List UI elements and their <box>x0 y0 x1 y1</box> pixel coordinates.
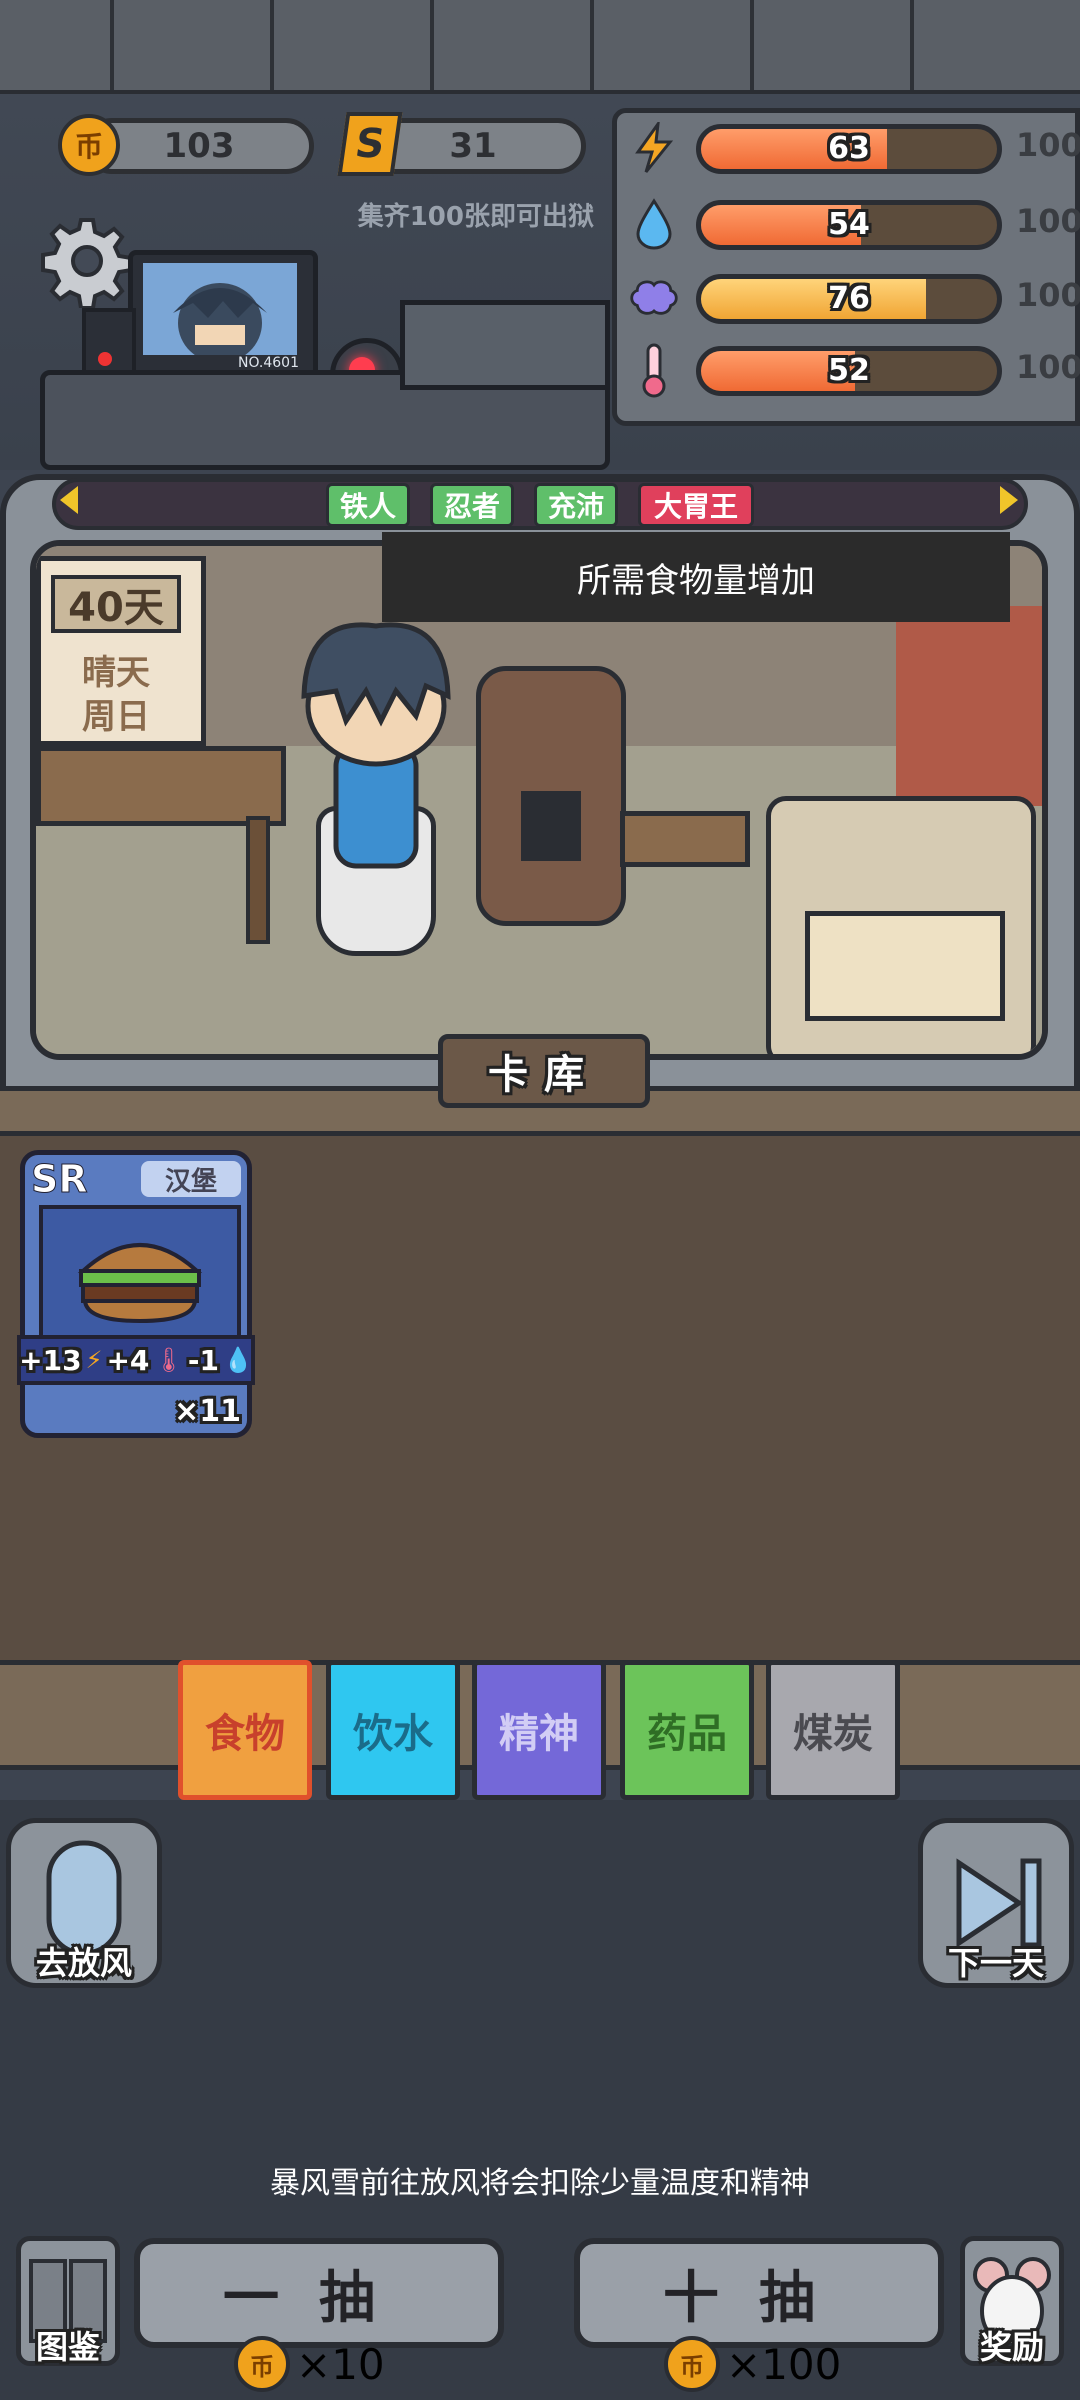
brain-icon <box>628 272 680 324</box>
stat-row-temperature: 52 100 <box>628 340 1080 400</box>
calendar: 40天 晴天 周日 <box>36 556 206 746</box>
calendar-weekday: 周日 <box>82 697 150 737</box>
coin-count: 103 <box>163 126 235 166</box>
brick-patch <box>896 606 1042 806</box>
category-tab-water[interactable]: 饮水 <box>326 1660 460 1800</box>
hamburger-icon <box>39 1205 241 1341</box>
water-value: 54 <box>828 207 870 242</box>
trait-tag-selected[interactable]: 大胃王 <box>638 483 754 527</box>
shard-count: 31 <box>449 126 497 166</box>
trait-tag[interactable]: 忍者 <box>430 483 514 527</box>
table <box>36 746 286 826</box>
calendar-weather: 晴天 <box>82 653 150 693</box>
card-name: 汉堡 <box>141 1161 241 1197</box>
thermometer-icon: 🌡 <box>153 1346 184 1374</box>
stove <box>476 666 626 926</box>
category-tab-medicine[interactable]: 药品 <box>620 1660 754 1800</box>
spirit-bar: 76 <box>696 274 1002 324</box>
card-hamburger[interactable]: SR 汉堡 +13 ⚡ +4 🌡 -1 💧 ×11 <box>17 1150 255 1438</box>
prisoner-character[interactable] <box>276 596 476 906</box>
stat-row-spirit: 76 100 <box>628 268 1080 328</box>
card-library-title: 卡库 <box>438 1034 650 1108</box>
machinery-pipe <box>400 300 610 390</box>
shard-goal-note: 集齐100张即可出狱 <box>357 202 594 232</box>
stat-row-energy: 63 100 <box>628 118 1080 178</box>
card-count: ×11 <box>174 1394 241 1429</box>
stool <box>620 811 750 867</box>
trait-tag[interactable]: 铁人 <box>326 483 410 527</box>
prisoner-portrait <box>143 263 297 363</box>
energy-value: 63 <box>828 131 870 166</box>
draw-one-cost: 币 ×10 <box>234 2334 385 2394</box>
energy-icon <box>628 122 680 174</box>
effect-temperature: +4 <box>106 1343 150 1377</box>
trait-tooltip: 所需食物量增加 <box>382 532 1010 622</box>
outing-label: 去放风 <box>35 1944 132 1982</box>
prisoner-monitor: NO.4601 <box>128 250 318 378</box>
thermometer-icon <box>628 343 680 398</box>
trait-tag[interactable]: 充沛 <box>534 483 618 527</box>
coin-icon: 币 <box>58 114 120 176</box>
settings-gear-icon[interactable] <box>40 214 134 310</box>
draw-one-button[interactable]: 一抽 <box>134 2238 504 2348</box>
card-rarity: SR <box>31 1157 89 1202</box>
water-icon: 💧 <box>222 1346 253 1374</box>
temperature-value: 52 <box>828 353 870 388</box>
brick-wall <box>0 0 1080 94</box>
bed[interactable] <box>766 796 1036 1054</box>
calendar-day: 40天 <box>51 575 181 633</box>
temperature-bar: 52 <box>696 346 1002 396</box>
water-icon <box>628 198 680 250</box>
prisoner-id: NO.4601 <box>237 355 299 371</box>
water-max: 100 <box>1016 202 1080 240</box>
trait-next-arrow-icon[interactable] <box>1000 486 1018 514</box>
energy-bar: 63 <box>696 124 1002 174</box>
draw-ten-cost: 币 ×100 <box>664 2334 841 2394</box>
draw-ten-button[interactable]: 十抽 <box>574 2238 944 2348</box>
next-day-label: 下一天 <box>947 1944 1044 1982</box>
category-tab-spirit[interactable]: 精神 <box>472 1660 606 1800</box>
stat-row-water: 54 100 <box>628 194 1080 254</box>
hint-text: 暴风雪前往放风将会扣除少量温度和精神 <box>270 2166 810 2201</box>
card-effects: +13 ⚡ +4 🌡 -1 💧 <box>17 1335 255 1385</box>
effect-water: -1 <box>187 1343 219 1377</box>
energy-max: 100 <box>1016 126 1080 164</box>
coin-icon: 币 <box>234 2336 290 2392</box>
effect-energy: +13 <box>19 1343 82 1377</box>
shard-icon: S <box>337 112 403 176</box>
temperature-max: 100 <box>1016 348 1080 386</box>
rewards-label: 奖励 <box>979 2328 1044 2366</box>
energy-icon: ⚡ <box>85 1346 103 1374</box>
water-bar: 54 <box>696 200 1002 250</box>
coin-icon: 币 <box>664 2336 720 2392</box>
category-tab-coal[interactable]: 煤炭 <box>766 1660 900 1800</box>
spirit-value: 76 <box>828 281 870 316</box>
category-tab-food[interactable]: 食物 <box>178 1660 312 1800</box>
trait-prev-arrow-icon[interactable] <box>60 486 78 514</box>
spirit-max: 100 <box>1016 276 1080 314</box>
